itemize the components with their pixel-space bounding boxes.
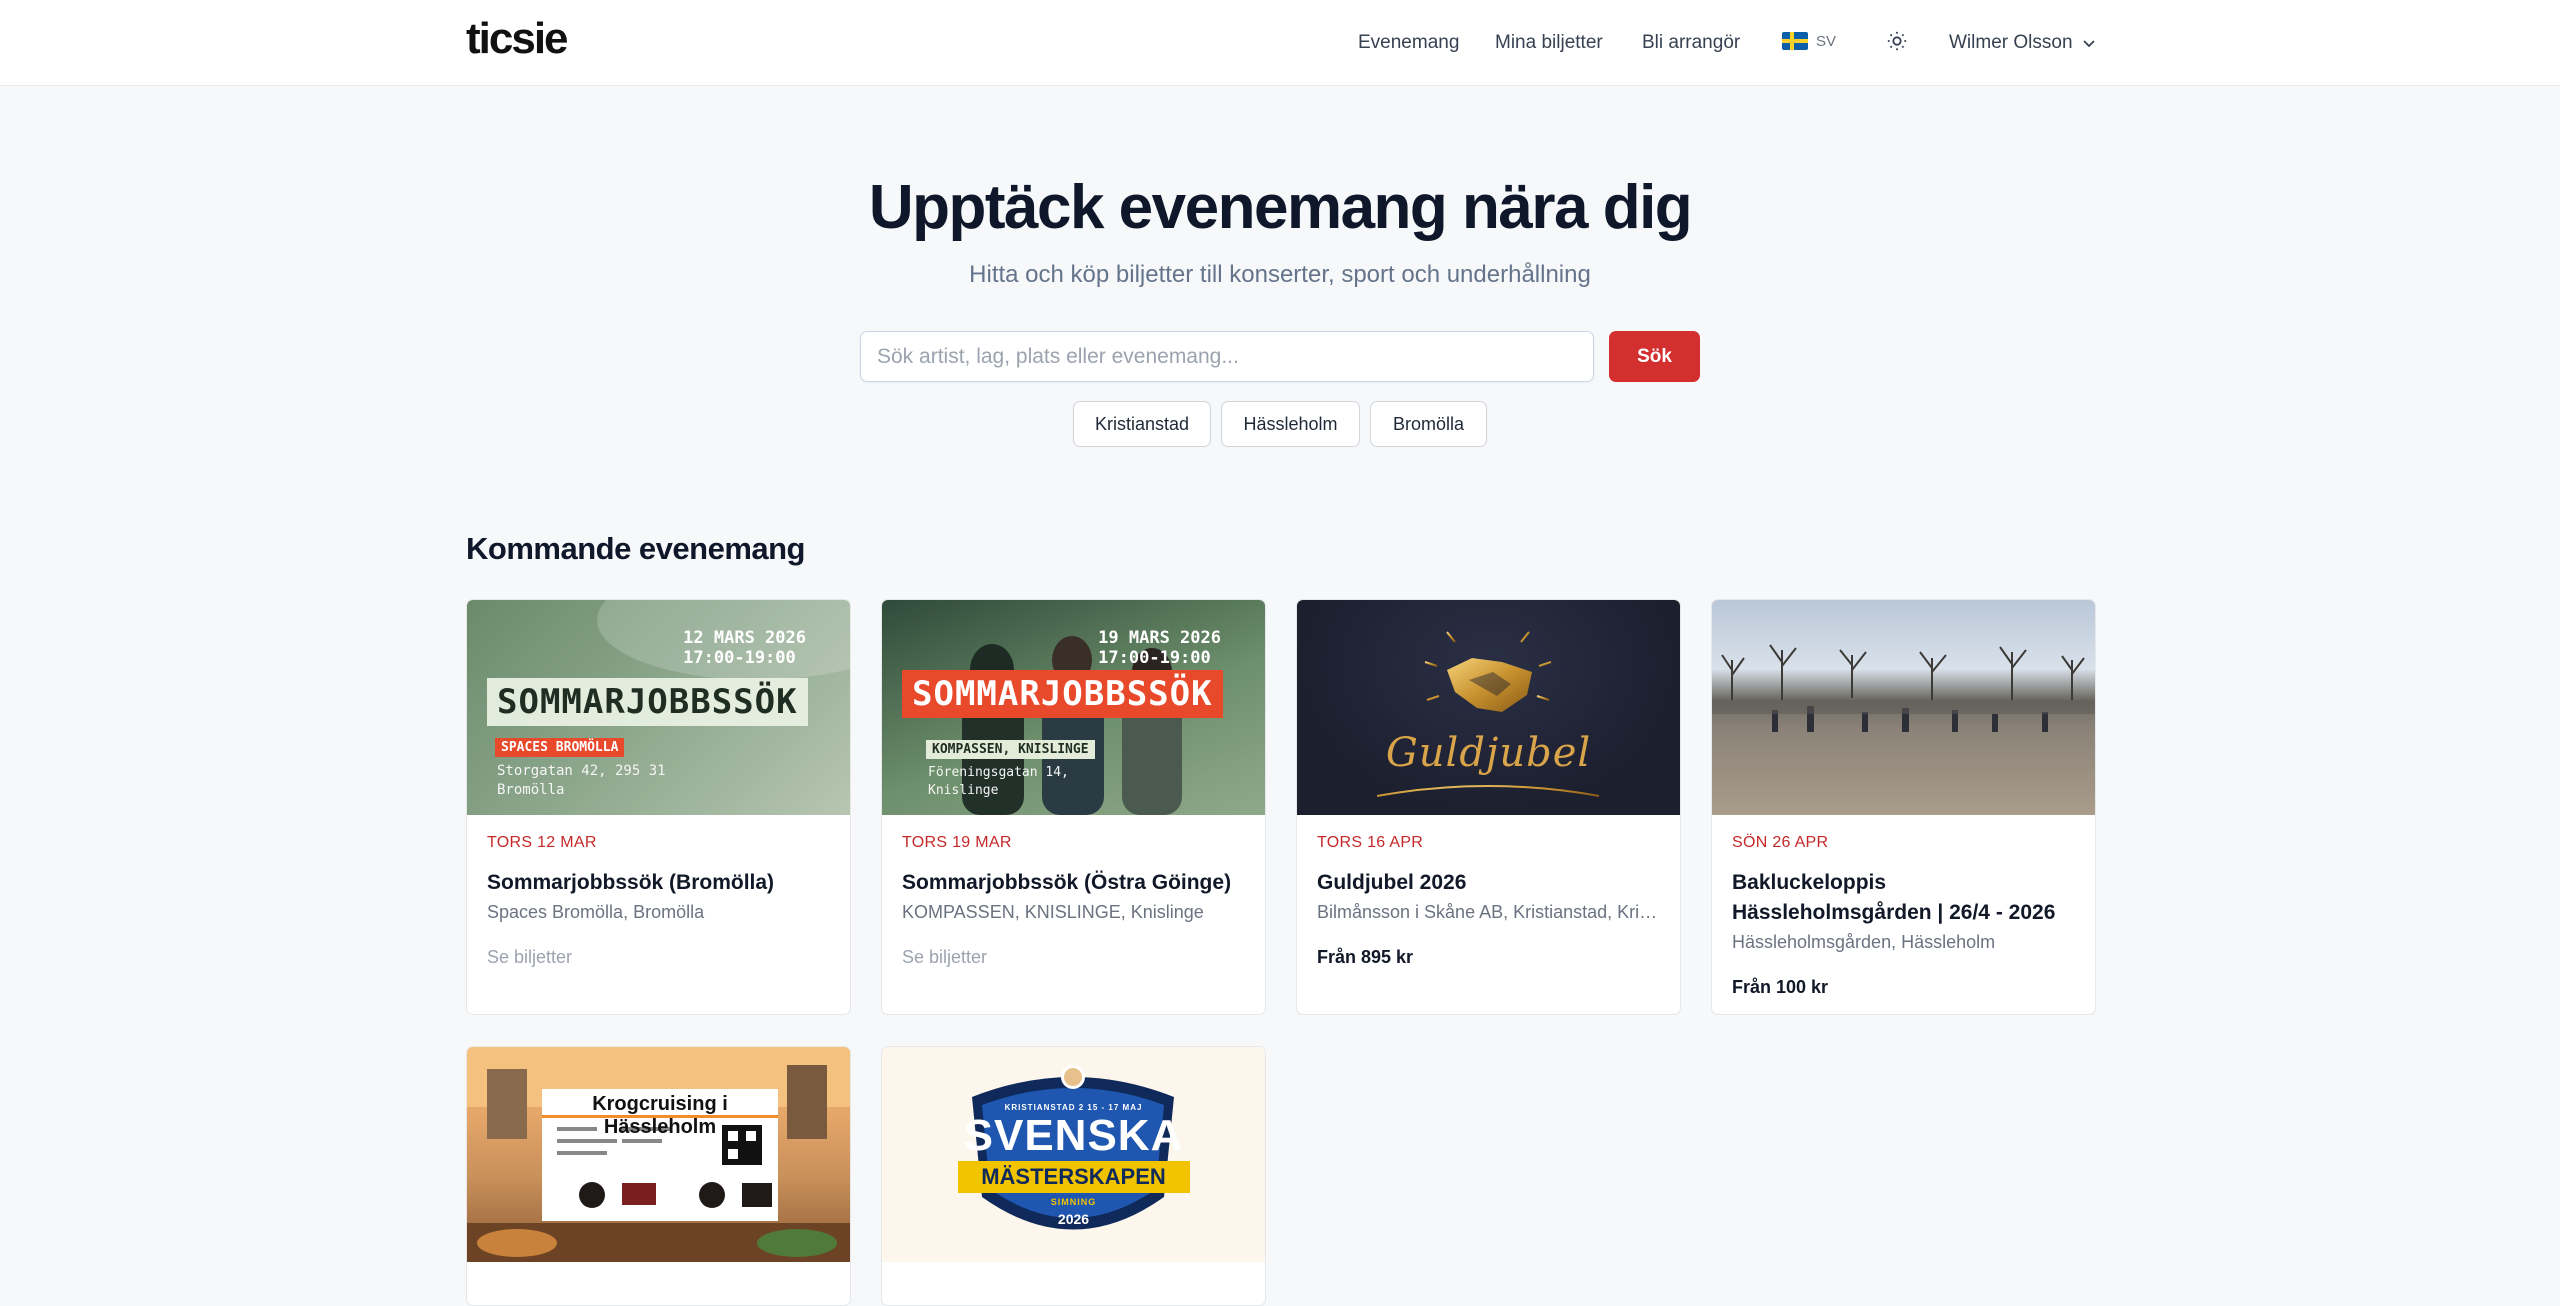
poster-address: Föreningsgatan 14, Knislinge xyxy=(928,765,1069,798)
poster-sub: SIMNING xyxy=(1050,1197,1097,1207)
event-image: Krogcruising i Hässleholm xyxy=(467,1047,850,1262)
event-image xyxy=(1712,600,2095,815)
poster-address: Storgatan 42, 295 31 Bromölla xyxy=(497,763,666,798)
event-venue: Hässleholmsgården, Hässleholm xyxy=(1732,932,1996,952)
poster-tag: SPACES BROMÖLLA xyxy=(495,738,625,757)
krogcruising-poster xyxy=(467,1047,850,1262)
see-tickets-link[interactable]: Se biljetter xyxy=(487,947,830,968)
nav-become-organizer[interactable]: Bli arrangör xyxy=(1642,32,1740,54)
event-card[interactable]: SÖN 26 APR Bakluckeloppis Hässleholmsgår… xyxy=(1711,599,2096,1015)
event-title[interactable]: Guldjubel 2026 xyxy=(1317,868,1660,898)
nav-my-tickets[interactable]: Mina biljetter xyxy=(1495,32,1603,54)
user-name: Wilmer Olsson xyxy=(1949,32,2073,53)
event-date: TORS 16 APR xyxy=(1317,834,1424,851)
search-button[interactable]: Sök xyxy=(1609,331,1700,382)
event-price: Från 100 kr xyxy=(1732,977,1829,997)
user-menu[interactable]: Wilmer Olsson xyxy=(1949,32,2097,54)
event-venue: KOMPASSEN, KNISLINGE, Knislinge xyxy=(902,902,1204,922)
event-card[interactable]: 12 MARS 2026 17:00-19:00 SOMMARJOBBSSÖK … xyxy=(466,599,851,1015)
event-image: KRISTIANSTAD 2 15 - 17 MAJ SVENSKA MÄSTE… xyxy=(882,1047,1265,1262)
poster-banner: MÄSTERSKAPEN xyxy=(981,1164,1166,1189)
event-venue: Bilmånsson i Skåne AB, Kristianstad, Kri… xyxy=(1317,902,1660,922)
event-card[interactable]: KRISTIANSTAD 2 15 - 17 MAJ SVENSKA MÄSTE… xyxy=(881,1046,1266,1306)
poster-headline: Krogcruising i Hässleholm xyxy=(592,1093,728,1138)
language-label: SV xyxy=(1816,32,1837,50)
event-price: Från 895 kr xyxy=(1317,947,1414,967)
fleamarket-photo xyxy=(1712,644,2095,732)
event-card[interactable]: Guldjubel TORS 16 APR Guldjubel 2026 Bil… xyxy=(1296,599,1681,1015)
search-input[interactable] xyxy=(860,331,1594,382)
handshake-logo xyxy=(1376,620,1600,797)
event-image: Guldjubel xyxy=(1297,600,1680,815)
event-title[interactable]: Sommarjobbssök (Bromölla) xyxy=(487,868,830,898)
event-date: SÖN 26 APR xyxy=(1732,834,1829,851)
page-subtitle: Hitta och köp biljetter till konserter, … xyxy=(969,261,1591,288)
poster-year: 2026 xyxy=(1057,1211,1090,1227)
event-date: TORS 19 MAR xyxy=(902,834,1012,851)
city-chip-bromolla[interactable]: Bromölla xyxy=(1370,401,1487,447)
event-card[interactable]: 19 MARS 2026 17:00-19:00 SOMMARJOBBSSÖK … xyxy=(881,599,1266,1015)
poster-date: 19 MARS 2026 17:00-19:00 xyxy=(1098,628,1221,668)
poster-headline: SOMMARJOBBSSÖK xyxy=(902,670,1223,718)
city-chip-hassleholm[interactable]: Hässleholm xyxy=(1221,401,1360,447)
swedish-flag-icon xyxy=(1782,32,1808,50)
poster-date: 12 MARS 2026 17:00-19:00 xyxy=(683,628,806,668)
logo[interactable]: ticsie xyxy=(466,14,569,64)
nav-events[interactable]: Evenemang xyxy=(1358,32,1459,54)
city-chip-kristianstad[interactable]: Kristianstad xyxy=(1073,401,1211,447)
poster-script: Guldjubel xyxy=(1385,730,1592,776)
event-card[interactable]: Krogcruising i Hässleholm xyxy=(466,1046,851,1306)
sun-icon xyxy=(1887,31,1907,51)
poster-headline: SOMMARJOBBSSÖK xyxy=(487,678,808,726)
event-image: 19 MARS 2026 17:00-19:00 SOMMARJOBBSSÖK … xyxy=(882,600,1265,815)
poster-tag: KOMPASSEN, KNISLINGE xyxy=(926,740,1095,759)
event-title[interactable]: Sommarjobbssök (Östra Göinge) xyxy=(902,868,1245,898)
event-title[interactable]: Bakluckeloppis Hässleholmsgården | 26/4 … xyxy=(1732,868,2075,928)
chevron-down-icon xyxy=(2082,40,2095,48)
event-date: TORS 12 MAR xyxy=(487,834,597,851)
see-tickets-link[interactable]: Se biljetter xyxy=(902,947,1245,968)
top-header: ticsie Evenemang Mina biljetter Bli arra… xyxy=(0,0,2560,86)
page-title: Upptäck evenemang nära dig xyxy=(868,173,1693,242)
language-switcher[interactable]: SV xyxy=(1782,32,1836,50)
poster-headline: SVENSKA xyxy=(963,1111,1184,1160)
theme-toggle-button[interactable] xyxy=(1886,30,1908,52)
event-venue: Spaces Bromölla, Bromölla xyxy=(487,902,705,922)
event-image: 12 MARS 2026 17:00-19:00 SOMMARJOBBSSÖK … xyxy=(467,600,850,815)
section-title: Kommande evenemang xyxy=(466,531,806,566)
